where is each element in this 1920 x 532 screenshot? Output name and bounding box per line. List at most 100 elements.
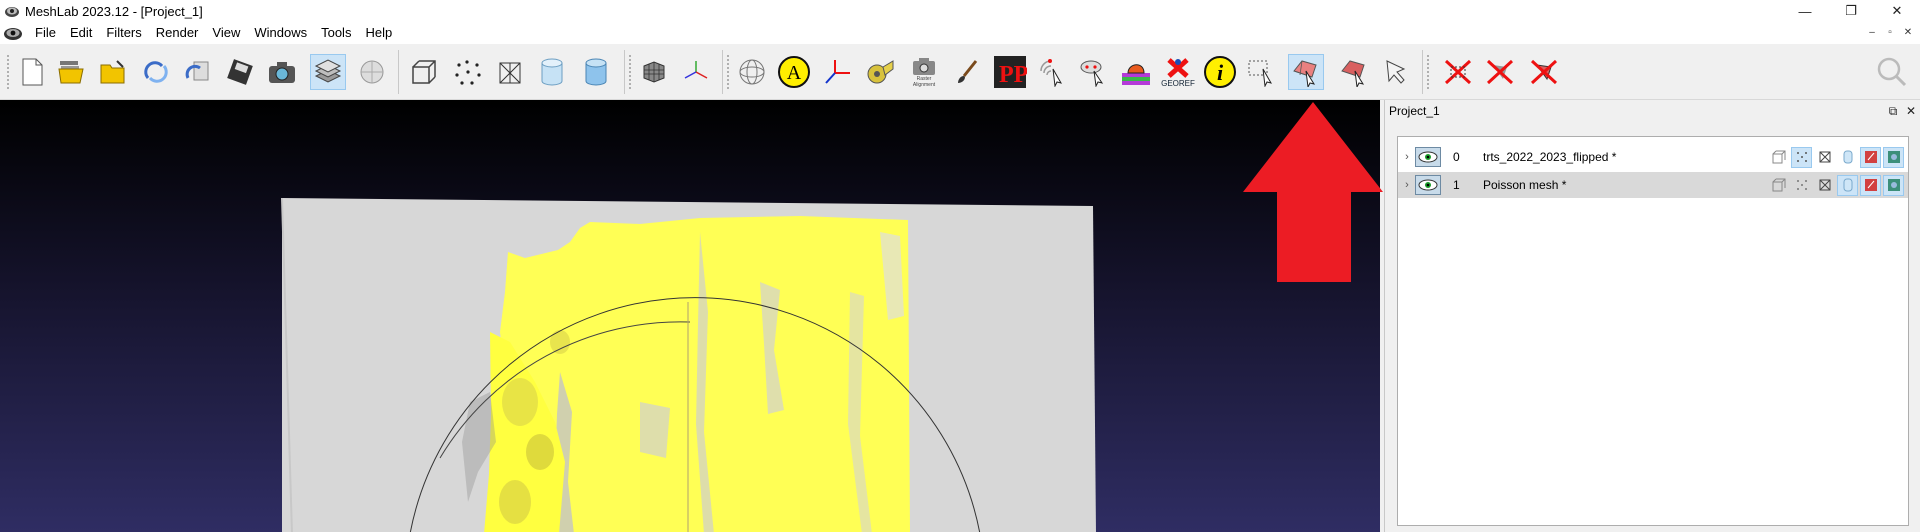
point-picker-icon[interactable]: PP (992, 54, 1028, 90)
layer-render-tools (1768, 146, 1904, 168)
expand-arrow-icon[interactable]: › (1400, 151, 1414, 163)
layer-row[interactable]: › 1 Poisson mesh * (1398, 172, 1908, 198)
menu-tools[interactable]: Tools (314, 22, 358, 44)
annotation-letter: A (787, 62, 802, 84)
delete-vertices-icon[interactable] (1440, 54, 1476, 90)
pick-points-icon[interactable] (1034, 54, 1070, 90)
layer-render-tools (1768, 174, 1904, 196)
mdi-restore-button[interactable]: ▫ (1882, 25, 1898, 39)
menu-file[interactable]: File (28, 22, 63, 44)
layer-points-icon[interactable] (1791, 175, 1812, 196)
delete-faces-vertices-icon[interactable] (1526, 54, 1562, 90)
layer-wireframe-icon[interactable] (1814, 147, 1835, 168)
menu-view[interactable]: View (205, 22, 247, 44)
layer-bbox-icon[interactable] (1768, 147, 1789, 168)
points-icon[interactable] (450, 54, 486, 90)
open-project-icon[interactable] (54, 54, 90, 90)
align-tool-icon[interactable] (1076, 54, 1112, 90)
toolbar-grip[interactable] (628, 54, 632, 90)
menu-windows[interactable]: Windows (247, 22, 314, 44)
toolbar-grip[interactable] (726, 54, 730, 90)
layer-color-icon[interactable] (1883, 146, 1904, 168)
meshlab-logo-icon (4, 28, 22, 40)
window-controls: — ❐ ✕ (1782, 0, 1920, 22)
window-title: MeshLab 2023.12 - [Project_1] (25, 3, 203, 19)
flat-icon[interactable] (534, 54, 570, 90)
layer-solid-icon[interactable] (1837, 147, 1858, 168)
close-button[interactable]: ✕ (1874, 0, 1920, 22)
measure-axes-icon[interactable] (820, 54, 856, 90)
layer-texture-icon[interactable] (1860, 146, 1881, 168)
visibility-eye-icon[interactable] (1415, 147, 1441, 167)
info-letter: i (1217, 60, 1224, 85)
toolbar-grip[interactable] (6, 54, 10, 90)
layer-dialog-icon[interactable] (310, 54, 346, 90)
import-mesh-icon[interactable] (96, 54, 132, 90)
texture-icon[interactable] (1118, 54, 1154, 90)
info-icon[interactable]: i (1202, 54, 1238, 90)
tape-measure-icon[interactable] (862, 54, 898, 90)
axis-icon[interactable] (678, 54, 714, 90)
export-mesh-icon[interactable] (222, 54, 258, 90)
delete-faces-icon[interactable] (1482, 54, 1518, 90)
raster-alignment-caption: Raster Alignment (912, 76, 936, 88)
toolbar-grip[interactable] (1426, 54, 1430, 90)
wireframe-icon[interactable] (492, 54, 528, 90)
menu-edit[interactable]: Edit (63, 22, 99, 44)
georef-caption: GEOREF (1161, 78, 1195, 88)
menu-render[interactable]: Render (149, 22, 206, 44)
layer-wireframe-icon[interactable] (1814, 175, 1835, 196)
annotation-icon[interactable]: A (776, 54, 812, 90)
expand-arrow-icon[interactable]: › (1400, 179, 1414, 191)
snapshot-icon[interactable] (264, 54, 300, 90)
georef-icon[interactable]: GEOREF (1160, 54, 1196, 90)
select-vertices-icon[interactable] (1244, 54, 1280, 90)
layer-points-icon[interactable] (1791, 146, 1812, 168)
reload-icon[interactable] (138, 54, 174, 90)
layer-bbox-icon[interactable] (1768, 175, 1789, 196)
select-connected-icon[interactable] (1336, 54, 1372, 90)
restore-button[interactable]: ❐ (1828, 0, 1874, 22)
layer-list: › 0 trts_2022_2023_flipped * › 1 Poisson… (1397, 136, 1909, 526)
raster-icon[interactable] (354, 54, 390, 90)
layer-id: 1 (1453, 178, 1460, 192)
layer-color-icon[interactable] (1883, 174, 1904, 196)
toolbar-separator (722, 50, 723, 94)
layer-panel: Project_1 ⧉ ✕ › 0 trts_2022_2023_flipped… (1384, 100, 1920, 532)
paint-brush-icon[interactable] (950, 54, 986, 90)
menu-help[interactable]: Help (358, 22, 399, 44)
reload-all-icon[interactable] (180, 54, 216, 90)
layer-name: trts_2022_2023_flipped * (1483, 150, 1617, 164)
grid-icon[interactable] (636, 54, 672, 90)
3d-viewport[interactable] (0, 100, 1380, 532)
panel-float-button[interactable]: ⧉ (1884, 102, 1902, 120)
menu-filters[interactable]: Filters (99, 22, 148, 44)
mdi-controls: – ▫ ✕ (1864, 25, 1916, 39)
visibility-eye-icon[interactable] (1415, 175, 1441, 195)
layer-panel-header: Project_1 ⧉ ✕ (1385, 100, 1920, 122)
toolbar-separator (1422, 50, 1423, 94)
layer-solid-icon[interactable] (1837, 174, 1858, 196)
pp-letters: PP (999, 62, 1027, 88)
new-project-icon[interactable] (14, 54, 50, 90)
mdi-minimize-button[interactable]: – (1864, 25, 1880, 39)
trackball-icon[interactable] (734, 54, 770, 90)
minimize-button[interactable]: — (1782, 0, 1828, 22)
menu-bar: File Edit Filters Render View Windows To… (0, 22, 1920, 44)
bbox-icon[interactable] (406, 54, 442, 90)
raster-alignment-icon[interactable]: Raster Alignment (906, 54, 942, 90)
search-icon[interactable] (1874, 54, 1910, 90)
layer-row[interactable]: › 0 trts_2022_2023_flipped * (1398, 144, 1908, 170)
select-pointer-icon[interactable] (1378, 54, 1414, 90)
toolbar-separator (398, 50, 399, 94)
mdi-close-button[interactable]: ✕ (1900, 25, 1916, 39)
layer-panel-title: Project_1 (1389, 104, 1440, 118)
layer-texture-icon[interactable] (1860, 174, 1881, 196)
mesh-render (281, 197, 1096, 532)
panel-close-button[interactable]: ✕ (1902, 102, 1920, 120)
toolbar-separator (624, 50, 625, 94)
smooth-icon[interactable] (578, 54, 614, 90)
meshlab-app-icon (5, 7, 19, 17)
title-bar: MeshLab 2023.12 - [Project_1] — ❐ ✕ (0, 0, 1920, 22)
select-faces-icon[interactable] (1288, 54, 1324, 90)
